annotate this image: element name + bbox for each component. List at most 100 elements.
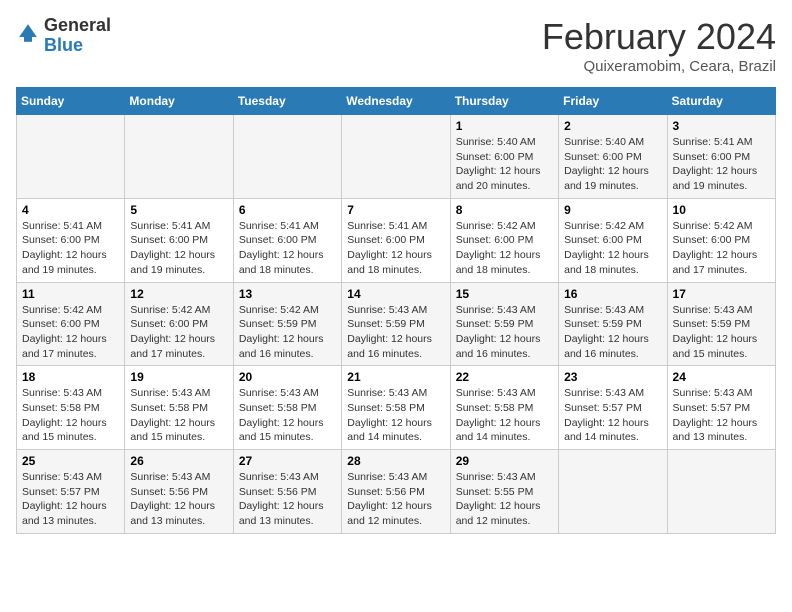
- calendar-day-cell: 21Sunrise: 5:43 AM Sunset: 5:58 PM Dayli…: [342, 366, 450, 450]
- calendar-day-cell: [17, 115, 125, 199]
- day-detail: Sunrise: 5:43 AM Sunset: 5:57 PM Dayligh…: [564, 386, 661, 445]
- calendar-day-cell: 3Sunrise: 5:41 AM Sunset: 6:00 PM Daylig…: [667, 115, 775, 199]
- day-number: 26: [130, 454, 227, 468]
- logo-general-text: General: [44, 15, 111, 35]
- day-of-week-header: Thursday: [450, 88, 558, 115]
- day-detail: Sunrise: 5:43 AM Sunset: 5:59 PM Dayligh…: [456, 303, 553, 362]
- day-number: 24: [673, 370, 770, 384]
- day-detail: Sunrise: 5:42 AM Sunset: 5:59 PM Dayligh…: [239, 303, 336, 362]
- day-number: 23: [564, 370, 661, 384]
- calendar-day-cell: 18 Sunrise: 5:43 AM Sunset: 5:58 PM Dayli…: [17, 366, 125, 450]
- calendar-day-cell: 2Sunrise: 5:40 AM Sunset: 6:00 PM Daylig…: [559, 115, 667, 199]
- logo-blue-text: Blue: [44, 35, 83, 55]
- calendar-day-cell: 27 Sunrise: 5:43 AM Sunset: 5:56 PM Dayli…: [233, 450, 341, 534]
- day-number: 29: [456, 454, 553, 468]
- calendar-week-row: 18 Sunrise: 5:43 AM Sunset: 5:58 PM Dayli…: [17, 366, 776, 450]
- calendar-day-cell: [559, 450, 667, 534]
- day-detail: Sunrise: 5:43 AM Sunset: 5:55 PM Dayligh…: [456, 470, 553, 529]
- day-detail: Sunrise: 5:43 AM Sunset: 5:56 PM Dayligh…: [239, 470, 336, 529]
- day-detail: Sunrise: 5:43 AM Sunset: 5:58 PM Dayligh…: [456, 386, 553, 445]
- day-number: 15: [456, 287, 553, 301]
- calendar-day-cell: 12 Sunrise: 5:42 AM Sunset: 6:00 PM Dayli…: [125, 282, 233, 366]
- calendar-day-cell: [667, 450, 775, 534]
- day-detail: Sunrise: 5:43 AM Sunset: 5:56 PM Dayligh…: [130, 470, 227, 529]
- day-detail: Sunrise: 5:40 AM Sunset: 6:00 PM Dayligh…: [456, 135, 553, 194]
- calendar-week-row: 4 Sunrise: 5:41 AM Sunset: 6:00 PM Daylig…: [17, 198, 776, 282]
- calendar-day-cell: 24 Sunrise: 5:43 AM Sunset: 5:57 PM Dayli…: [667, 366, 775, 450]
- day-number: 1: [456, 119, 553, 133]
- calendar-header-row: SundayMondayTuesdayWednesdayThursdayFrid…: [17, 88, 776, 115]
- day-detail: Sunrise: 5:43 AM Sunset: 5:58 PM Dayligh…: [239, 386, 336, 445]
- day-number: 20: [239, 370, 336, 384]
- calendar-day-cell: 20 Sunrise: 5:43 AM Sunset: 5:58 PM Dayli…: [233, 366, 341, 450]
- day-detail: Sunrise: 5:41 AM Sunset: 6:00 PM Dayligh…: [239, 219, 336, 278]
- day-number: 11: [22, 287, 119, 301]
- day-number: 19: [130, 370, 227, 384]
- day-number: 25: [22, 454, 119, 468]
- calendar-day-cell: [233, 115, 341, 199]
- calendar-day-cell: 17Sunrise: 5:43 AM Sunset: 5:59 PM Dayli…: [667, 282, 775, 366]
- calendar-day-cell: 14 Sunrise: 5:43 AM Sunset: 5:59 PM Dayli…: [342, 282, 450, 366]
- day-detail: Sunrise: 5:43 AM Sunset: 5:58 PM Dayligh…: [22, 386, 119, 445]
- day-detail: Sunrise: 5:42 AM Sunset: 6:00 PM Dayligh…: [22, 303, 119, 362]
- calendar-day-cell: 25Sunrise: 5:43 AM Sunset: 5:57 PM Dayli…: [17, 450, 125, 534]
- day-number: 9: [564, 203, 661, 217]
- day-of-week-header: Wednesday: [342, 88, 450, 115]
- calendar-table: SundayMondayTuesdayWednesdayThursdayFrid…: [16, 87, 776, 534]
- calendar-week-row: 11 Sunrise: 5:42 AM Sunset: 6:00 PM Dayli…: [17, 282, 776, 366]
- day-detail: Sunrise: 5:43 AM Sunset: 5:56 PM Dayligh…: [347, 470, 444, 529]
- calendar-day-cell: 29 Sunrise: 5:43 AM Sunset: 5:55 PM Dayli…: [450, 450, 558, 534]
- day-detail: Sunrise: 5:43 AM Sunset: 5:59 PM Dayligh…: [564, 303, 661, 362]
- logo-text: General Blue: [44, 16, 111, 56]
- day-number: 21: [347, 370, 444, 384]
- day-detail: Sunrise: 5:42 AM Sunset: 6:00 PM Dayligh…: [456, 219, 553, 278]
- day-number: 4: [22, 203, 119, 217]
- calendar-day-cell: [125, 115, 233, 199]
- calendar-day-cell: 11 Sunrise: 5:42 AM Sunset: 6:00 PM Dayli…: [17, 282, 125, 366]
- calendar-day-cell: 9Sunrise: 5:42 AM Sunset: 6:00 PM Daylig…: [559, 198, 667, 282]
- calendar-day-cell: 6 Sunrise: 5:41 AM Sunset: 6:00 PM Daylig…: [233, 198, 341, 282]
- logo: General Blue: [16, 16, 111, 56]
- day-detail: Sunrise: 5:41 AM Sunset: 6:00 PM Dayligh…: [22, 219, 119, 278]
- day-detail: Sunrise: 5:43 AM Sunset: 5:57 PM Dayligh…: [673, 386, 770, 445]
- calendar-day-cell: 15 Sunrise: 5:43 AM Sunset: 5:59 PM Dayli…: [450, 282, 558, 366]
- calendar-day-cell: 1 Sunrise: 5:40 AM Sunset: 6:00 PM Daylig…: [450, 115, 558, 199]
- day-number: 27: [239, 454, 336, 468]
- calendar-day-cell: 16 Sunrise: 5:43 AM Sunset: 5:59 PM Dayli…: [559, 282, 667, 366]
- calendar-week-row: 1 Sunrise: 5:40 AM Sunset: 6:00 PM Daylig…: [17, 115, 776, 199]
- day-number: 14: [347, 287, 444, 301]
- day-of-week-header: Saturday: [667, 88, 775, 115]
- day-number: 22: [456, 370, 553, 384]
- day-number: 5: [130, 203, 227, 217]
- calendar-day-cell: 19 Sunrise: 5:43 AM Sunset: 5:58 PM Dayli…: [125, 366, 233, 450]
- calendar-day-cell: 8 Sunrise: 5:42 AM Sunset: 6:00 PM Daylig…: [450, 198, 558, 282]
- day-number: 10: [673, 203, 770, 217]
- day-number: 2: [564, 119, 661, 133]
- day-number: 18: [22, 370, 119, 384]
- day-number: 12: [130, 287, 227, 301]
- day-of-week-header: Tuesday: [233, 88, 341, 115]
- calendar-subtitle: Quixeramobim, Ceara, Brazil: [542, 58, 776, 75]
- calendar-day-cell: 23 Sunrise: 5:43 AM Sunset: 5:57 PM Dayli…: [559, 366, 667, 450]
- calendar-day-cell: 26 Sunrise: 5:43 AM Sunset: 5:56 PM Dayli…: [125, 450, 233, 534]
- day-detail: Sunrise: 5:43 AM Sunset: 5:58 PM Dayligh…: [130, 386, 227, 445]
- day-detail: Sunrise: 5:42 AM Sunset: 6:00 PM Dayligh…: [130, 303, 227, 362]
- day-number: 28: [347, 454, 444, 468]
- calendar-day-cell: 13 Sunrise: 5:42 AM Sunset: 5:59 PM Dayli…: [233, 282, 341, 366]
- calendar-day-cell: 22 Sunrise: 5:43 AM Sunset: 5:58 PM Dayli…: [450, 366, 558, 450]
- day-number: 16: [564, 287, 661, 301]
- day-of-week-header: Sunday: [17, 88, 125, 115]
- day-number: 8: [456, 203, 553, 217]
- calendar-day-cell: 5Sunrise: 5:41 AM Sunset: 6:00 PM Daylig…: [125, 198, 233, 282]
- day-detail: Sunrise: 5:41 AM Sunset: 6:00 PM Dayligh…: [673, 135, 770, 194]
- calendar-title: February 2024: [542, 16, 776, 58]
- day-number: 13: [239, 287, 336, 301]
- day-number: 7: [347, 203, 444, 217]
- calendar-week-row: 25Sunrise: 5:43 AM Sunset: 5:57 PM Dayli…: [17, 450, 776, 534]
- day-detail: Sunrise: 5:43 AM Sunset: 5:59 PM Dayligh…: [347, 303, 444, 362]
- day-of-week-header: Monday: [125, 88, 233, 115]
- day-number: 6: [239, 203, 336, 217]
- calendar-day-cell: 10Sunrise: 5:42 AM Sunset: 6:00 PM Dayli…: [667, 198, 775, 282]
- calendar-day-cell: 7Sunrise: 5:41 AM Sunset: 6:00 PM Daylig…: [342, 198, 450, 282]
- title-block: February 2024 Quixeramobim, Ceara, Brazi…: [542, 16, 776, 75]
